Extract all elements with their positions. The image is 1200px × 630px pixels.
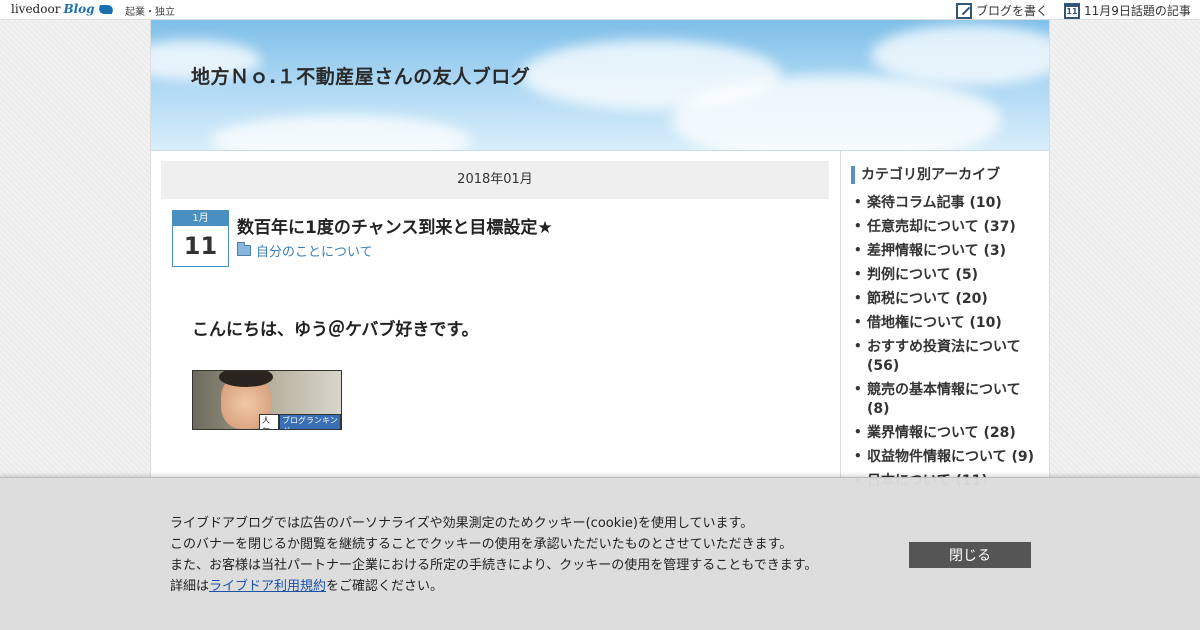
logo-text: livedoor xyxy=(11,2,61,16)
category-list: 楽待コラム記事 (10) 任意売却について (37) 差押情報について (3) … xyxy=(851,193,1046,496)
post-date-badge: 1月 11 xyxy=(172,210,229,267)
cloud-decoration xyxy=(211,115,471,150)
calendar-icon: 11 xyxy=(1064,2,1080,19)
genre-tag[interactable]: 起業・独立 xyxy=(125,3,175,18)
ranking-label-popular: 人気 xyxy=(259,414,280,429)
blog-ranking-banner[interactable]: 人気 ブログランキング xyxy=(192,370,342,430)
trending-articles-label: 11月9日話題の記事 xyxy=(1084,4,1191,18)
livedoor-blog-logo[interactable]: livedoor Blog xyxy=(11,2,116,16)
category-item[interactable]: 楽待コラム記事 (10) xyxy=(851,193,1046,213)
cookie-message: ライブドアブログでは広告のパーソナライズや効果測定のためクッキー(cookie)… xyxy=(170,513,817,597)
cookie-line-2: このバナーを閉じるか閲覧を継続することでクッキーの使用を承認いただいたものとさせ… xyxy=(170,537,793,552)
logo-wing-icon xyxy=(95,4,116,14)
cookie-consent-banner: ライブドアブログでは広告のパーソナライズや効果測定のためクッキー(cookie)… xyxy=(0,477,1200,630)
post-title[interactable]: 数百年に1度のチャンス到来と目標設定★ xyxy=(237,213,553,238)
cookie-line-1: ライブドアブログでは広告のパーソナライズや効果測定のためクッキー(cookie)… xyxy=(170,516,754,531)
cookie-details-suffix: をご確認ください。 xyxy=(326,579,444,594)
month-heading: 2018年01月 xyxy=(161,161,829,199)
post-date-month: 1月 xyxy=(173,211,228,226)
blog-header: 地方Ｎｏ.１不動産屋さんの友人ブログ xyxy=(151,20,1049,151)
post-category-link[interactable]: 自分のことについて xyxy=(237,241,373,260)
blog-title[interactable]: 地方Ｎｏ.１不動産屋さんの友人ブログ xyxy=(191,62,530,89)
category-item[interactable]: 節税について (20) xyxy=(851,289,1046,309)
ranking-label-ranking: ブログランキング xyxy=(279,414,341,429)
cookie-line-3: また、お客様は当社パートナー企業における所定の手続きにより、クッキーの使用を管理… xyxy=(170,558,818,573)
post-greeting: こんにちは、ゆう＠ケバブ好きです。 xyxy=(192,320,479,340)
category-item[interactable]: 収益物件情報について (9) xyxy=(851,447,1046,467)
category-item[interactable]: 任意売却について (37) xyxy=(851,217,1046,237)
category-archive-title: カテゴリ別アーカイブ xyxy=(851,166,1000,184)
post-category-label: 自分のことについて xyxy=(256,245,373,260)
category-item[interactable]: おすすめ投資法について (56) xyxy=(851,337,1046,376)
folder-icon xyxy=(237,242,251,256)
category-item[interactable]: 業界情報について (28) xyxy=(851,423,1046,443)
trending-articles-link[interactable]: 11 11月9日話題の記事 xyxy=(1064,2,1191,19)
terms-of-use-link[interactable]: ライブドア利用規約 xyxy=(209,579,326,594)
ranking-label: 人気 ブログランキング xyxy=(259,414,341,429)
logo-blog-text: Blog xyxy=(63,2,95,16)
category-item[interactable]: 借地権について (10) xyxy=(851,313,1046,333)
category-item[interactable]: 判例について (5) xyxy=(851,265,1046,285)
post-date-day: 11 xyxy=(183,232,218,260)
cloud-decoration xyxy=(871,25,1049,85)
pencil-icon xyxy=(956,2,972,19)
top-bar: livedoor Blog 起業・独立 ブログを書く 11 11月9日話題の記事 xyxy=(0,0,1200,20)
write-blog-link[interactable]: ブログを書く xyxy=(956,2,1048,19)
write-blog-label: ブログを書く xyxy=(976,4,1049,18)
cookie-line-4: 詳細はライブドア利用規約をご確認ください。 xyxy=(170,576,817,597)
category-item[interactable]: 差押情報について (3) xyxy=(851,241,1046,261)
cookie-details-prefix: 詳細は xyxy=(170,579,210,594)
category-item[interactable]: 競売の基本情報について (8) xyxy=(851,380,1046,419)
close-cookie-button[interactable]: 閉じる xyxy=(909,542,1031,568)
